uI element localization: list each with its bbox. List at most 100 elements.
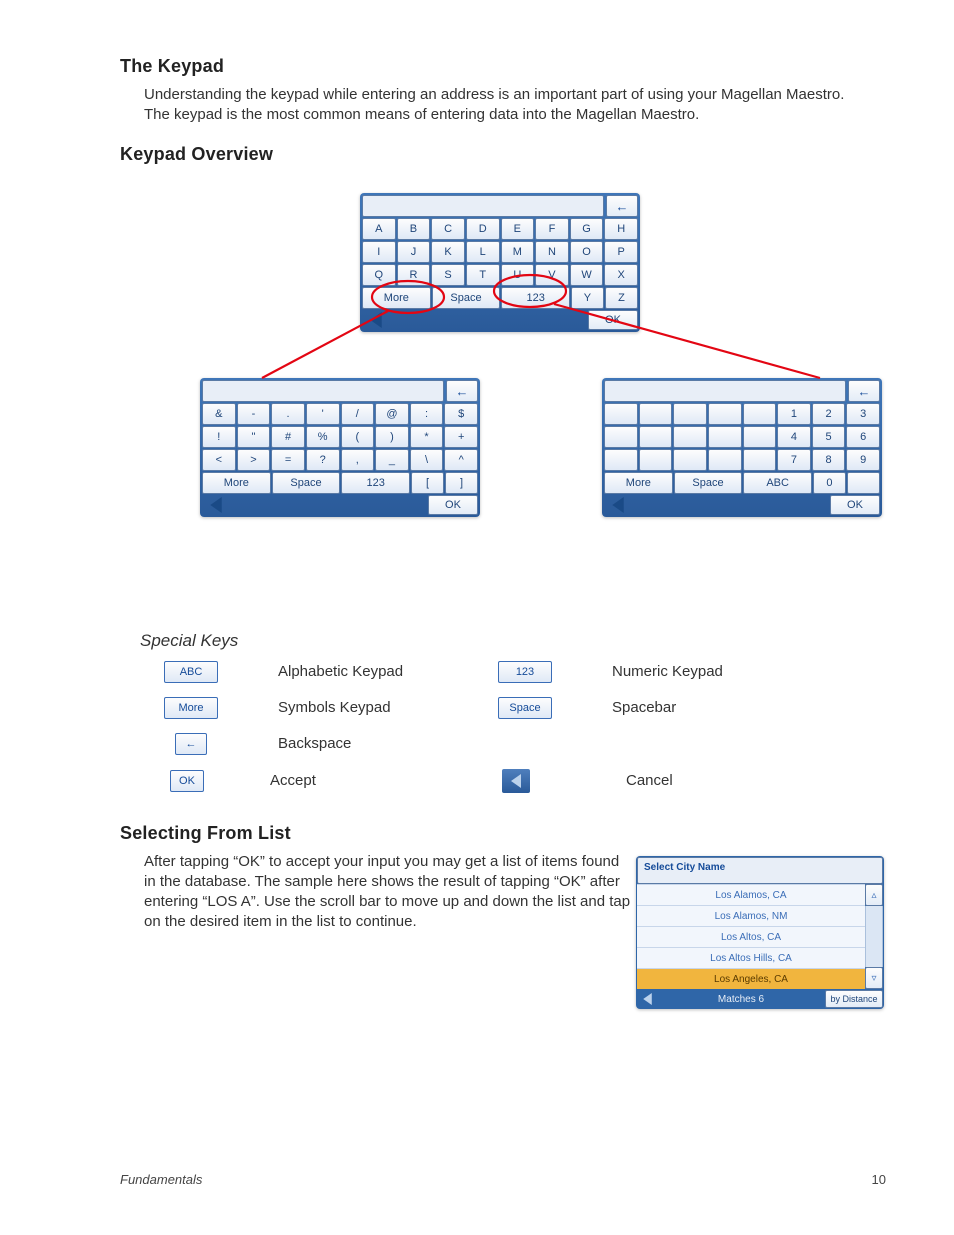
key-g[interactable]: G <box>570 218 604 240</box>
special-keys-grid: ABC Alphabetic Keypad 123 Numeric Keypad… <box>164 661 846 793</box>
key-more[interactable]: More <box>202 472 271 494</box>
text-input[interactable] <box>604 380 846 402</box>
key-5[interactable]: 5 <box>812 426 846 448</box>
key-sym[interactable]: " <box>237 426 271 448</box>
key-sym[interactable]: ? <box>306 449 340 471</box>
city-row-selected[interactable]: Los Angeles, CA <box>637 968 865 989</box>
key-i[interactable]: I <box>362 241 396 263</box>
key-sym[interactable]: > <box>237 449 271 471</box>
key-sym[interactable]: & <box>202 403 236 425</box>
keypad-symbols: ← & - . ' / @ : $ ! " # % ( ) * + < > = … <box>200 378 480 517</box>
ok-button[interactable]: OK <box>830 495 880 515</box>
key-b[interactable]: B <box>397 218 431 240</box>
text-input[interactable] <box>202 380 444 402</box>
backspace-key[interactable]: ← <box>446 380 478 402</box>
key-z[interactable]: Z <box>605 287 638 309</box>
backspace-key[interactable]: ← <box>848 380 880 402</box>
key-q[interactable]: Q <box>362 264 396 286</box>
key-space[interactable]: Space <box>272 472 341 494</box>
key-j[interactable]: J <box>397 241 431 263</box>
key-8[interactable]: 8 <box>812 449 846 471</box>
paragraph-selecting-from-list: After tapping “OK” to accept your input … <box>144 852 634 933</box>
key-s[interactable]: S <box>431 264 465 286</box>
ok-key-icon: OK <box>170 770 204 792</box>
city-row[interactable]: Los Altos, CA <box>637 926 865 947</box>
key-h[interactable]: H <box>604 218 638 240</box>
key-sym[interactable]: * <box>410 426 444 448</box>
key-f[interactable]: F <box>535 218 569 240</box>
key-more[interactable]: More <box>604 472 673 494</box>
cancel-triangle-icon[interactable] <box>202 495 230 515</box>
key-2[interactable]: 2 <box>812 403 846 425</box>
key-r[interactable]: R <box>397 264 431 286</box>
key-7[interactable]: 7 <box>777 449 811 471</box>
scroll-up-icon[interactable]: ▵ <box>865 884 883 906</box>
key-sym[interactable]: ! <box>202 426 236 448</box>
key-v[interactable]: V <box>535 264 569 286</box>
key-d[interactable]: D <box>466 218 500 240</box>
key-m[interactable]: M <box>501 241 535 263</box>
key-sym[interactable]: - <box>237 403 271 425</box>
key-a[interactable]: A <box>362 218 396 240</box>
ok-button[interactable]: OK <box>428 495 478 515</box>
key-rightbracket[interactable]: ] <box>445 472 478 494</box>
key-sym[interactable]: # <box>271 426 305 448</box>
key-abc[interactable]: ABC <box>743 472 812 494</box>
key-k[interactable]: K <box>431 241 465 263</box>
scrollbar[interactable]: ▵ ▿ <box>865 884 883 989</box>
key-6[interactable]: 6 <box>846 426 880 448</box>
city-row[interactable]: Los Alamos, NM <box>637 905 865 926</box>
key-space[interactable]: Space <box>674 472 743 494</box>
key-sym[interactable]: $ <box>444 403 478 425</box>
key-space[interactable]: Space <box>432 287 501 309</box>
key-1[interactable]: 1 <box>777 403 811 425</box>
key-123[interactable]: 123 <box>501 287 570 309</box>
key-leftbracket[interactable]: [ <box>411 472 444 494</box>
key-w[interactable]: W <box>570 264 604 286</box>
key-sym[interactable]: + <box>444 426 478 448</box>
key-sym[interactable]: \ <box>410 449 444 471</box>
key-3[interactable]: 3 <box>846 403 880 425</box>
city-row[interactable]: Los Altos Hills, CA <box>637 947 865 968</box>
key-c[interactable]: C <box>431 218 465 240</box>
cancel-triangle-icon[interactable] <box>362 310 390 330</box>
key-n[interactable]: N <box>535 241 569 263</box>
by-distance-button[interactable]: by Distance <box>825 990 883 1008</box>
key-p[interactable]: P <box>604 241 638 263</box>
scroll-down-icon[interactable]: ▿ <box>865 967 883 989</box>
cancel-triangle-icon[interactable] <box>604 495 632 515</box>
key-sym[interactable]: : <box>410 403 444 425</box>
key-sym[interactable]: / <box>341 403 375 425</box>
key-u[interactable]: U <box>501 264 535 286</box>
key-sym[interactable]: _ <box>375 449 409 471</box>
scroll-track[interactable] <box>865 906 883 967</box>
backspace-key[interactable]: ← <box>606 195 638 217</box>
key-123[interactable]: 123 <box>341 472 410 494</box>
key-t[interactable]: T <box>466 264 500 286</box>
key-blank <box>604 449 638 471</box>
key-sym[interactable]: < <box>202 449 236 471</box>
key-l[interactable]: L <box>466 241 500 263</box>
key-e[interactable]: E <box>501 218 535 240</box>
text-input[interactable] <box>362 195 604 217</box>
key-sym[interactable]: = <box>271 449 305 471</box>
keypad-alphabetic: ← A B C D E F G H I J K L M N O P Q R S … <box>360 193 640 332</box>
key-4[interactable]: 4 <box>777 426 811 448</box>
key-sym[interactable]: ^ <box>444 449 478 471</box>
key-o[interactable]: O <box>570 241 604 263</box>
cancel-triangle-icon[interactable] <box>637 990 657 1008</box>
key-sym[interactable]: @ <box>375 403 409 425</box>
key-0[interactable]: 0 <box>813 472 846 494</box>
key-more[interactable]: More <box>362 287 431 309</box>
key-y[interactable]: Y <box>571 287 604 309</box>
key-9[interactable]: 9 <box>846 449 880 471</box>
city-row[interactable]: Los Alamos, CA <box>637 884 865 905</box>
key-sym[interactable]: ( <box>341 426 375 448</box>
key-sym[interactable]: . <box>271 403 305 425</box>
key-x[interactable]: X <box>604 264 638 286</box>
ok-button[interactable]: OK <box>588 310 638 330</box>
key-sym[interactable]: ) <box>375 426 409 448</box>
key-sym[interactable]: , <box>341 449 375 471</box>
key-sym[interactable]: % <box>306 426 340 448</box>
key-sym[interactable]: ' <box>306 403 340 425</box>
